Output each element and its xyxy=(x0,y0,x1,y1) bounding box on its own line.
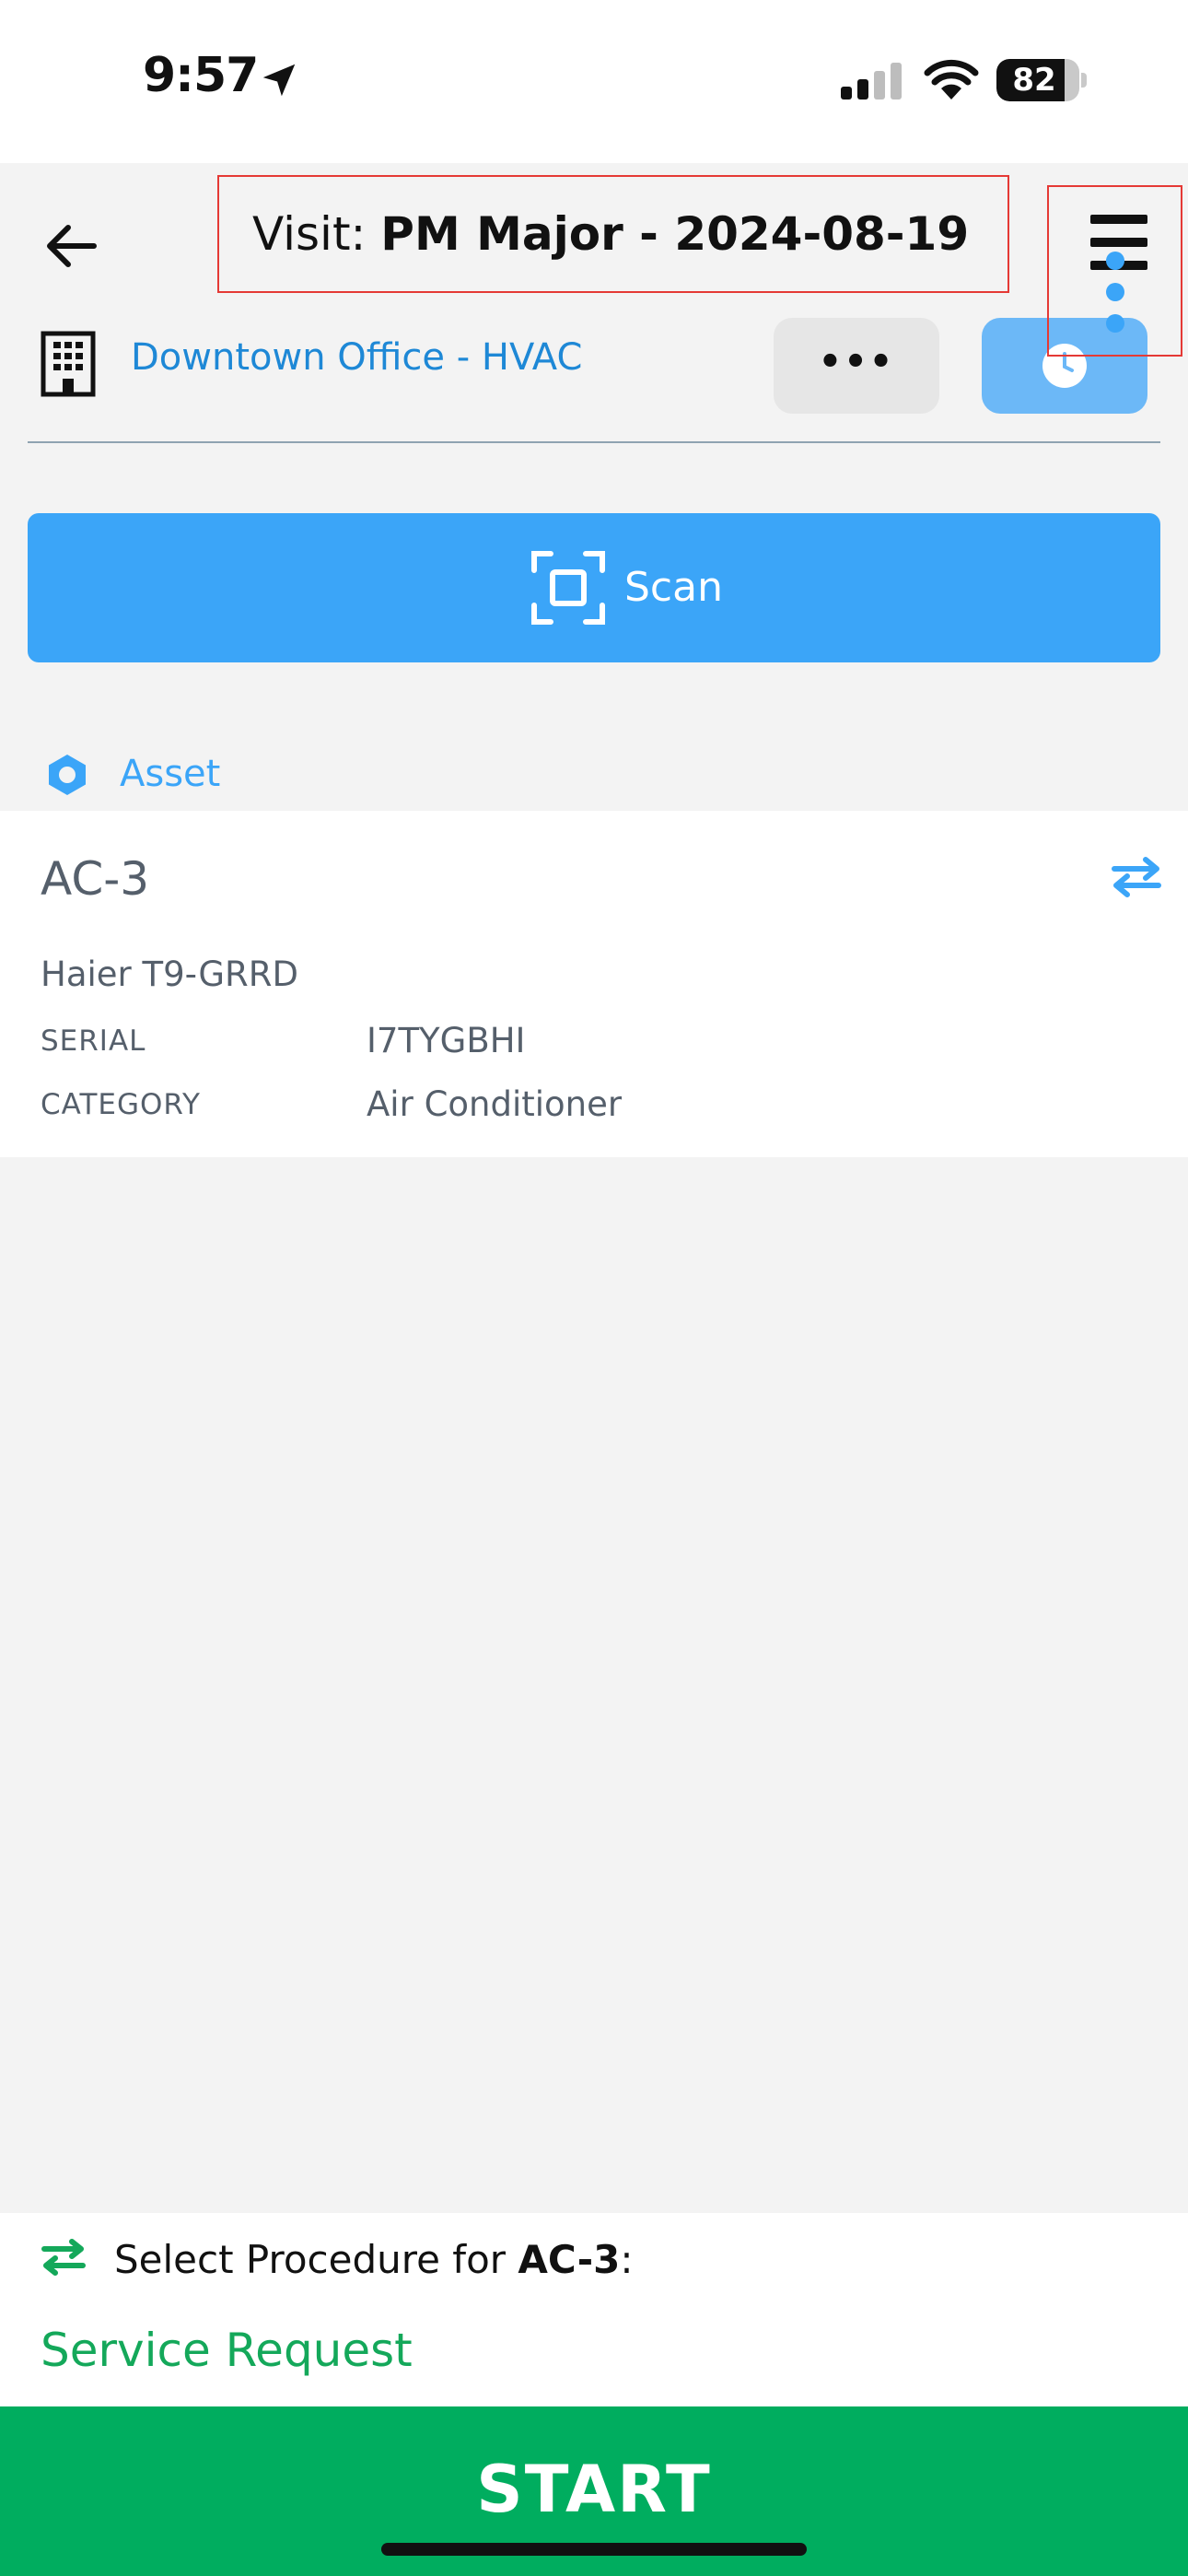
scan-frame-icon xyxy=(531,551,605,625)
title-prefix: Visit: xyxy=(252,207,381,261)
category-label: CATEGORY xyxy=(41,1088,201,1121)
asset-card[interactable]: AC-3 Haier T9-GRRD SERIAL I7TYGBHI CATEG… xyxy=(0,811,1188,1157)
more-options-button[interactable]: ••• xyxy=(774,318,939,414)
location-arrow-icon xyxy=(258,59,300,105)
procedure-asset-name: AC-3 xyxy=(518,2237,621,2282)
site-link[interactable]: Downtown Office - HVAC xyxy=(131,336,582,379)
building-icon xyxy=(41,331,96,397)
swap-arrows-icon[interactable] xyxy=(1111,857,1162,901)
procedure-prompt: Select Procedure for AC-3: xyxy=(114,2237,634,2282)
kebab-dot xyxy=(1106,314,1124,333)
procedure-selector: Select Procedure for AC-3: Service Reque… xyxy=(0,2213,1188,2406)
procedure-option-service-request[interactable]: Service Request xyxy=(41,2324,413,2377)
asset-section-label: Asset xyxy=(120,753,221,795)
swap-arrows-green-icon xyxy=(41,2239,87,2279)
wifi-icon xyxy=(923,57,980,105)
header-divider xyxy=(28,441,1160,443)
asset-model: Haier T9-GRRD xyxy=(41,954,298,994)
header: Visit: PM Major - 2024-08-19 Downtown Of… xyxy=(0,163,1188,453)
asset-name: AC-3 xyxy=(41,852,150,906)
page-title: Visit: PM Major - 2024-08-19 xyxy=(217,175,1009,293)
serial-value: I7TYGBHI xyxy=(367,1021,526,1060)
arrow-left-icon xyxy=(47,225,97,267)
more-dots-icon: ••• xyxy=(818,341,895,383)
status-bar: 9:57 82 xyxy=(0,0,1188,163)
back-button[interactable] xyxy=(37,209,111,283)
battery-percent: 82 xyxy=(1012,62,1056,99)
scan-button[interactable]: Scan xyxy=(28,513,1160,662)
home-indicator xyxy=(381,2543,807,2556)
serial-label: SERIAL xyxy=(41,1025,146,1058)
battery-indicator: 82 xyxy=(996,59,1087,101)
visit-name: PM Major - 2024-08-19 xyxy=(380,207,970,261)
kebab-dot xyxy=(1106,252,1124,270)
category-value: Air Conditioner xyxy=(367,1084,623,1124)
status-time: 9:57 xyxy=(143,48,259,103)
scan-label: Scan xyxy=(624,564,723,611)
hexagon-icon xyxy=(49,755,86,795)
kebab-dot xyxy=(1106,283,1124,301)
kebab-menu-button[interactable] xyxy=(1047,185,1182,357)
cellular-signal-icon xyxy=(841,63,905,103)
